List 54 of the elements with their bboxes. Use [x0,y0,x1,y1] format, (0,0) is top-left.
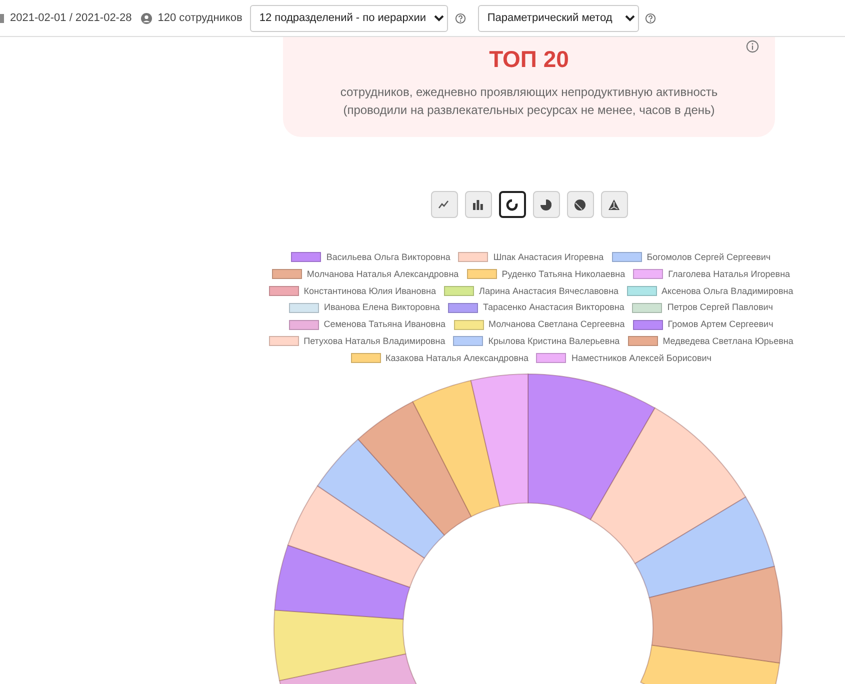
legend-label[interactable]: Шпак Анастасия Игоревна [493,249,604,266]
help-icon[interactable] [645,12,656,24]
donut-segment[interactable] [634,496,775,598]
card-subtitle: сотрудников, ежедневно проявляющих непродуктивную активность [340,84,718,101]
legend-label[interactable]: Громов Артем Сергеевич [668,316,774,333]
legend-label[interactable]: Иванова Елена Викторовна [324,299,440,316]
line-chart-button[interactable] [430,191,458,218]
donut-segment[interactable] [648,565,782,664]
doughnut-chart-icon [505,198,519,212]
card-title: ТОП 20 [489,46,569,73]
legend-label[interactable]: Аксенова Ольга Владимировна [662,282,794,300]
legend-label[interactable]: Казакова Наталья Александровна [386,350,528,367]
donut-segment[interactable] [590,407,746,564]
method-select[interactable]: Параметрический метод [478,4,640,32]
legend-label[interactable]: Богомолов Сергей Сергеевич [646,249,771,266]
donut-segment[interactable] [470,373,528,506]
bar-chart-button[interactable] [464,191,492,218]
donut-segment[interactable] [274,544,410,620]
donut-segment[interactable] [528,373,656,520]
card-note: (проводили на развлекательных ресурсах не менее, часов в день) [343,102,715,119]
legend-label[interactable]: Константинова Юлия Ивановна [304,282,436,300]
legend-label[interactable]: Руденко Татьяна Николаевна [502,266,626,283]
legend-label[interactable]: Медведева Светлана Юрьевна [662,332,794,350]
help-icon[interactable] [455,12,466,24]
period-text: 2021-02-01 / 2021-02-28 [10,12,132,24]
legend-label[interactable]: Глаголева Наталья Игоревна [668,266,790,283]
legend-label[interactable]: Семенова Татьяна Ивановна [324,316,446,333]
donut-segment[interactable] [640,644,780,684]
pie-chart-icon [539,198,553,212]
info-icon[interactable] [746,40,759,53]
user-icon [140,12,152,24]
radar-chart-button[interactable] [600,191,628,218]
donut-segment[interactable] [412,380,500,517]
pie-chart-button[interactable] [532,191,560,218]
doughnut-chart-button[interactable] [498,191,526,218]
radar-chart-icon [607,198,621,212]
legend-label[interactable]: Крылова Кристина Валерьевна [488,332,620,350]
donut-segment[interactable] [274,609,406,681]
legend-label[interactable]: Молчанова Наталья Александровна [306,266,459,283]
polar-chart-button[interactable] [566,191,594,218]
legend-label[interactable]: Наместников Алексей Борисович [571,350,712,367]
employee-count: 120 сотрудников [158,12,242,24]
legend-label[interactable]: Ларина Анастасия Вячеславовна [479,282,619,300]
legend-label[interactable]: Тарасенко Анастасия Викторовна [482,299,624,316]
legend-label[interactable]: Васильева Ольга Викторовна [326,249,450,266]
donut-segment[interactable] [317,438,445,558]
bar-chart-icon [471,198,485,212]
department-select[interactable]: 12 подразделений - по иерархии [250,4,448,32]
donut-segment[interactable] [287,484,425,588]
polar-chart-icon [573,198,587,212]
legend-label[interactable]: Молчанова Светлана Сергеевна [488,316,625,333]
legend-label[interactable]: Петухова Наталья Владимировна [304,332,446,350]
donut-segment[interactable] [358,400,472,536]
legend-label[interactable]: Петров Сергей Павлович [667,299,773,316]
